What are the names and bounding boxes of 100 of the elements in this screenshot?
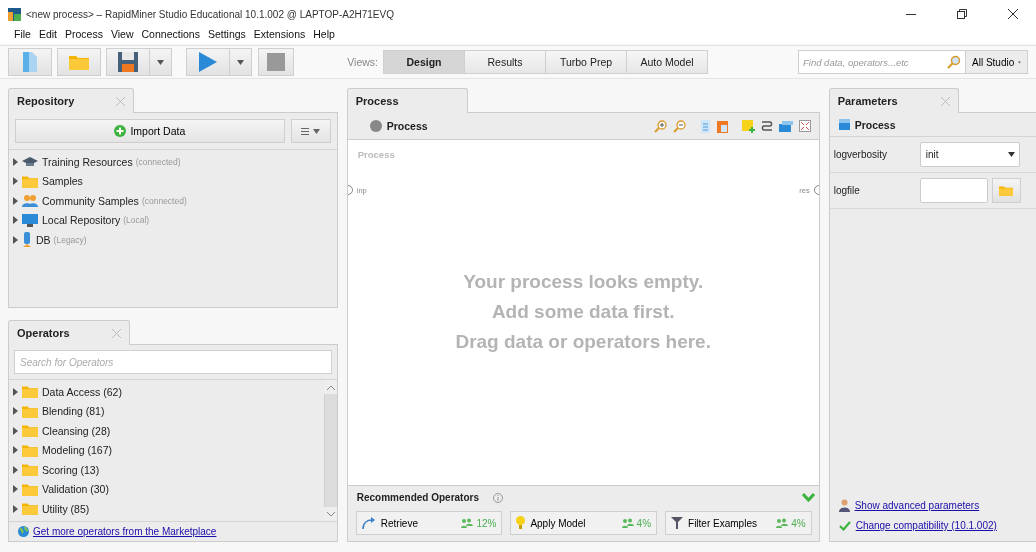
window-title: <new process> – RapidMiner Studio Educational 10.1.002 @ LAPTOP-A2H71EVQ [26,8,395,20]
menu-item[interactable]: View [110,28,134,44]
operator-icon [838,119,850,130]
info-icon[interactable] [493,492,503,503]
breadcrumb[interactable]: Process [386,120,428,132]
graduation-cap-icon [22,156,38,167]
scroll-down-icon[interactable] [326,511,335,517]
recommended-operator[interactable]: Apply Model 4% [510,511,658,535]
repository-item[interactable]: Samples [42,175,83,188]
document-icon [23,52,37,72]
people-icon [776,518,789,528]
new-process-button[interactable] [8,48,52,76]
repository-item[interactable]: Training Resources [42,155,133,168]
menu-item[interactable]: Process [65,28,103,44]
folder-icon [22,385,38,399]
operator-group[interactable]: Validation (30) [42,483,109,496]
views-label: Views: [347,56,378,68]
scope-dropdown[interactable]: All Studio [966,50,1028,74]
expand-arrow-icon[interactable] [13,235,18,244]
repository-item[interactable]: Local Repository [42,214,121,227]
caret-icon [237,59,244,65]
expand-arrow-icon[interactable] [13,196,18,205]
database-icon [22,232,32,248]
operator-name: Process [854,118,896,131]
repository-item[interactable]: Community Samples [42,194,139,207]
run-dropdown-button[interactable] [230,48,252,76]
operator-group[interactable]: Blending (81) [42,405,105,418]
recommended-operator[interactable]: Retrieve 12% [355,511,503,535]
plus-icon [114,125,127,137]
menu-item[interactable]: Help [313,28,335,44]
expand-arrow-icon[interactable] [13,426,18,435]
run-button[interactable] [186,48,230,76]
app-logo-icon [8,7,21,21]
clipboard-icon[interactable] [716,119,728,133]
output-port-icon[interactable] [813,185,819,195]
advanced-parameters-link[interactable]: Show advanced parameters [854,500,980,511]
expand-arrow-icon[interactable] [13,504,18,513]
save-dropdown-button[interactable] [150,48,172,76]
import-data-button[interactable]: Import Data [15,119,285,143]
empty-hint: Drag data or operators here. [455,331,711,353]
fit-view-icon[interactable] [798,120,811,132]
usage-share: 12% [476,517,497,529]
panel-title: Operators [17,327,70,339]
note-add-icon[interactable] [741,119,755,133]
expand-arrow-icon[interactable] [13,485,18,494]
repository-item[interactable]: DB [36,233,51,246]
compatibility-link[interactable]: Change compatibility (10.1.002) [855,520,997,531]
folder-icon [22,443,38,457]
parameter-dropdown[interactable]: init [919,142,1020,167]
connector-icon[interactable] [760,119,773,133]
restore-icon[interactable] [957,9,967,19]
monitor-icon [22,213,38,227]
lightbulb-icon [516,516,526,530]
menu-item[interactable]: Settings [207,28,246,44]
view-tab[interactable]: Results [464,50,546,74]
operator-group[interactable]: Modeling (167) [42,444,113,457]
open-button[interactable] [57,48,101,76]
input-port-icon[interactable] [347,185,353,195]
menu-item[interactable]: File [14,28,31,44]
operator-group[interactable]: Utility (85) [42,502,90,515]
scroll-up-icon[interactable] [326,384,335,390]
save-button[interactable] [106,48,150,76]
expand-arrow-icon[interactable] [13,216,18,225]
menu-item[interactable]: Connections [141,28,200,44]
repository-menu-button[interactable] [290,119,331,143]
stop-button[interactable] [258,48,294,76]
empty-hint: Your process looks empty. [463,271,704,293]
expand-arrow-icon[interactable] [13,446,18,455]
expand-arrow-icon[interactable] [13,157,18,166]
checkmark-icon [838,520,851,531]
minimize-icon[interactable] [906,13,916,15]
list-icon [301,127,310,135]
zoom-out-icon[interactable] [672,119,686,133]
operator-group[interactable]: Scoring (13) [42,463,100,476]
section-title: Recommended Operators [356,492,479,503]
expand-arrow-icon[interactable] [13,465,18,474]
operator-group[interactable]: Cleansing (28) [42,424,111,437]
expand-arrow-icon[interactable] [13,407,18,416]
process-icon [369,120,382,132]
empty-hint: Add some data first. [491,301,675,323]
file-path-field[interactable] [919,178,988,203]
layers-icon[interactable] [778,120,793,132]
recommended-operator[interactable]: Filter Examples 4% [665,511,812,535]
menu-item[interactable]: Extensions [253,28,306,44]
view-tab[interactable]: Auto Model [626,50,708,74]
view-tab[interactable]: Design [383,50,465,74]
marketplace-link[interactable]: Get more operators from the Marketplace [33,526,217,537]
search-field[interactable]: Search for Operators [14,350,332,374]
panel-title: Parameters [837,95,898,107]
folder-icon [69,54,89,70]
zoom-in-icon[interactable] [653,119,667,133]
repository-status: (Local) [123,215,150,226]
chevron-down-icon[interactable] [801,493,815,502]
expand-arrow-icon[interactable] [13,177,18,186]
expand-arrow-icon[interactable] [13,387,18,396]
menu-item[interactable]: Edit [38,28,57,44]
scrollbar[interactable] [323,380,337,521]
view-tab[interactable]: Turbo Prep [545,50,627,74]
operator-group[interactable]: Data Access (62) [42,385,122,398]
close-icon[interactable] [1008,9,1018,19]
